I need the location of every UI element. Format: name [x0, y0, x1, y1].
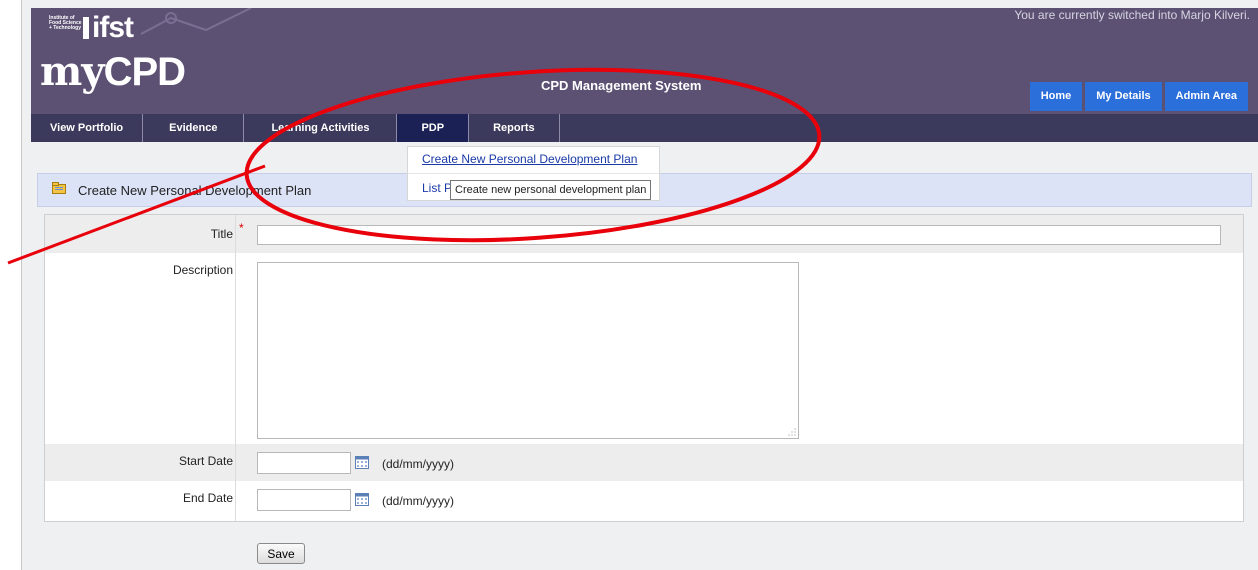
ifst-logo: ifst: [83, 11, 134, 44]
end-date-label: End Date: [182, 491, 233, 505]
end-date-calendar-icon[interactable]: [355, 493, 369, 506]
title-input[interactable]: [257, 225, 1221, 245]
start-date-row: Start Date (dd/mm/yyyy): [45, 444, 1243, 481]
nav-reports[interactable]: Reports: [469, 114, 560, 142]
top-button-group: Home My Details Admin Area: [1029, 82, 1248, 111]
switched-user-notice: You are currently switched into Marjo Ki…: [1014, 8, 1250, 22]
mycpd-logo-cpd: CPD: [103, 50, 186, 94]
start-date-input[interactable]: [257, 452, 351, 474]
description-textarea[interactable]: [257, 262, 799, 439]
nav-learning-activities[interactable]: Learning Activities: [244, 114, 398, 142]
home-button[interactable]: Home: [1029, 82, 1083, 111]
description-row: Description: [45, 253, 1243, 441]
title-label: Title: [210, 227, 233, 241]
resize-grip-icon[interactable]: [788, 428, 796, 436]
page-title: Create New Personal Development Plan: [78, 183, 312, 198]
end-date-input[interactable]: [257, 489, 351, 511]
system-title: CPD Management System: [541, 78, 702, 93]
save-button[interactable]: Save: [257, 543, 305, 564]
title-row: Title *: [45, 215, 1243, 253]
site-header: Institute of Food Science + Technology i…: [31, 8, 1258, 114]
menu-create-new-pdp[interactable]: Create New Personal Development Plan: [408, 147, 659, 174]
form-column-divider: [235, 215, 236, 521]
start-date-calendar-icon[interactable]: [355, 456, 369, 469]
description-label: Description: [172, 263, 233, 277]
mycpd-logo: myCPD: [40, 48, 186, 95]
start-date-format-hint: (dd/mm/yyyy): [382, 457, 454, 471]
required-marker: *: [239, 221, 244, 235]
nav-evidence[interactable]: Evidence: [143, 114, 245, 142]
my-details-button[interactable]: My Details: [1085, 82, 1162, 111]
main-nav: View Portfolio Evidence Learning Activit…: [31, 114, 1258, 142]
admin-area-button[interactable]: Admin Area: [1164, 82, 1248, 111]
ifst-logo-bar: [83, 17, 89, 39]
nav-pdp[interactable]: PDP: [397, 114, 470, 142]
mycpd-logo-my: my: [40, 48, 105, 95]
institute-logo-text: Institute of Food Science + Technology: [49, 15, 82, 31]
ifst-logo-text: ifst: [92, 11, 134, 44]
end-date-row: End Date (dd/mm/yyyy): [45, 481, 1243, 521]
tooltip: Create new personal development plan: [450, 180, 652, 200]
end-date-format-hint: (dd/mm/yyyy): [382, 494, 454, 508]
nav-view-portfolio[interactable]: View Portfolio: [31, 114, 144, 142]
folder-icon: [52, 182, 66, 194]
pdp-form: Title * Description Start Date (dd/mm/yy…: [44, 214, 1244, 522]
start-date-label: Start Date: [178, 454, 233, 468]
